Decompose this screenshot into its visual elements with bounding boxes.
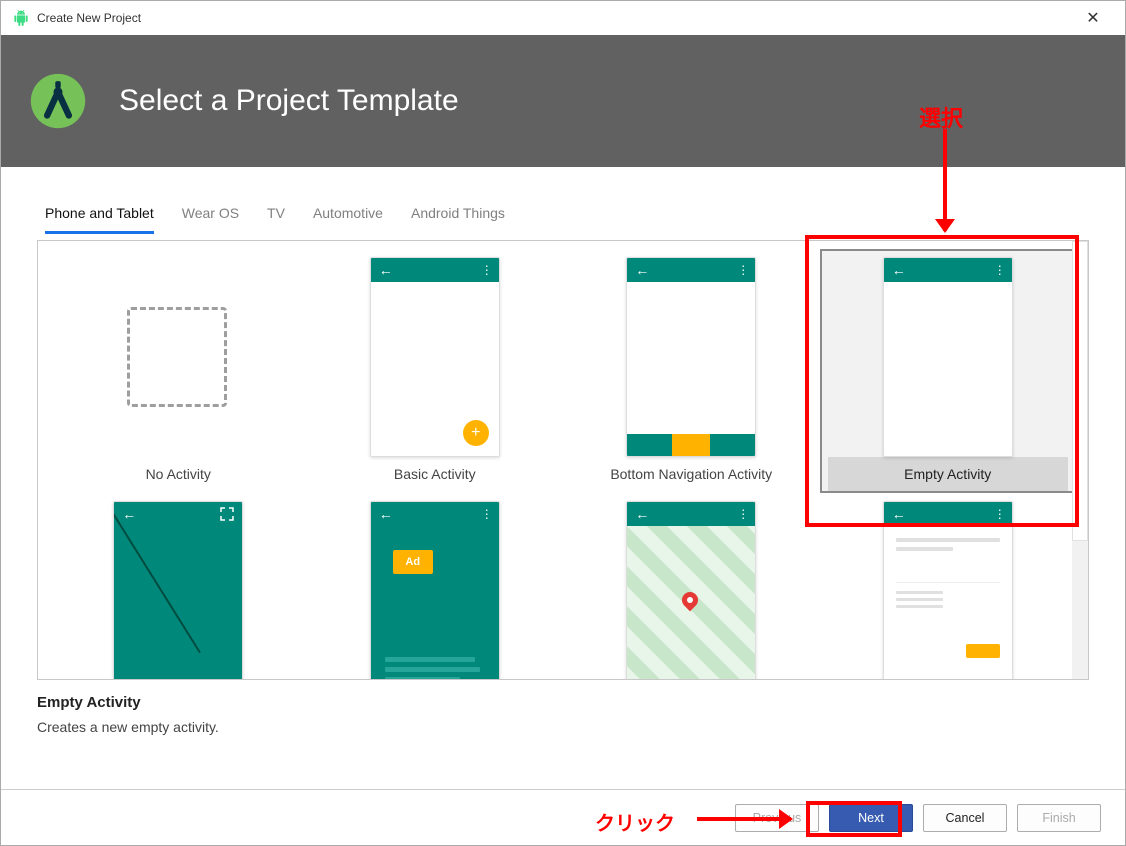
- template-bottom-navigation[interactable]: ← ⋮ Bottom Navigation Activity: [563, 249, 820, 493]
- ad-icon: Ad: [393, 550, 433, 574]
- next-button[interactable]: Next: [829, 804, 913, 832]
- selection-description: Empty Activity Creates a new empty activ…: [1, 680, 1125, 749]
- more-icon: ⋮: [481, 263, 491, 277]
- android-icon: [13, 10, 29, 26]
- template-gallery: No Activity ←⋮ + Basic Activity ←⋮ Botto…: [37, 240, 1089, 680]
- annotation-arrow-down: [943, 129, 947, 231]
- fullscreen-icon: [220, 507, 234, 521]
- tab-bar: Phone and Tablet Wear OS TV Automotive A…: [1, 199, 1125, 234]
- wizard-header: Select a Project Template: [1, 35, 1125, 167]
- tab-automotive[interactable]: Automotive: [313, 199, 383, 234]
- selection-text: Creates a new empty activity.: [37, 719, 1089, 735]
- fab-icon: +: [463, 420, 489, 446]
- more-icon: ⋮: [737, 507, 747, 521]
- finish-button: Finish: [1017, 804, 1101, 832]
- scrollbar[interactable]: [1072, 241, 1088, 679]
- more-icon: ⋮: [994, 263, 1004, 277]
- page-title: Select a Project Template: [119, 84, 459, 118]
- template-no-activity[interactable]: No Activity: [50, 249, 307, 493]
- wizard-window: Create New Project ✕ Select a Project Te…: [0, 0, 1126, 846]
- template-label: Basic Activity: [394, 466, 476, 482]
- template-master-detail[interactable]: ←⋮: [820, 493, 1077, 680]
- back-arrow-icon: ←: [379, 262, 393, 278]
- cancel-button[interactable]: Cancel: [923, 804, 1007, 832]
- detail-lines-icon: [896, 582, 1000, 612]
- tab-android-things[interactable]: Android Things: [411, 199, 505, 234]
- more-icon: ⋮: [737, 263, 747, 277]
- list-lines-icon: [896, 538, 1000, 556]
- tab-phone-tablet[interactable]: Phone and Tablet: [45, 199, 154, 234]
- template-label: No Activity: [146, 466, 211, 482]
- template-empty-activity[interactable]: ← ⋮ Empty Activity: [820, 249, 1077, 493]
- back-arrow-icon: ←: [122, 506, 136, 522]
- text-lines-icon: [385, 652, 485, 680]
- placeholder-icon: [127, 307, 227, 407]
- selection-title: Empty Activity: [37, 694, 1089, 711]
- more-icon: ⋮: [481, 507, 491, 521]
- tab-wear-os[interactable]: Wear OS: [182, 199, 239, 234]
- bottom-nav-icon: [627, 434, 755, 456]
- template-basic-activity[interactable]: ← ⋮ + Basic Activity: [307, 249, 564, 493]
- footer: Previous Next Cancel Finish: [1, 789, 1125, 845]
- back-arrow-icon: ←: [635, 262, 649, 278]
- annotation-arrow-right: [697, 817, 791, 821]
- close-button[interactable]: ✕: [1073, 8, 1113, 28]
- back-arrow-icon: ←: [892, 506, 906, 522]
- template-admob-activity[interactable]: ← ⋮ Ad: [307, 493, 564, 680]
- action-button-icon: [966, 644, 1000, 658]
- template-label: Empty Activity: [904, 466, 991, 482]
- back-arrow-icon: ←: [635, 506, 649, 522]
- tab-tv[interactable]: TV: [267, 199, 285, 234]
- template-label: Bottom Navigation Activity: [610, 466, 772, 482]
- android-studio-logo: [29, 72, 87, 130]
- template-fullscreen-activity[interactable]: ←: [50, 493, 307, 680]
- more-icon: ⋮: [994, 507, 1004, 521]
- back-arrow-icon: ←: [892, 262, 906, 278]
- template-maps-activity[interactable]: ←⋮: [563, 493, 820, 680]
- titlebar: Create New Project ✕: [1, 1, 1125, 35]
- window-title: Create New Project: [37, 11, 141, 25]
- back-arrow-icon: ←: [379, 506, 393, 522]
